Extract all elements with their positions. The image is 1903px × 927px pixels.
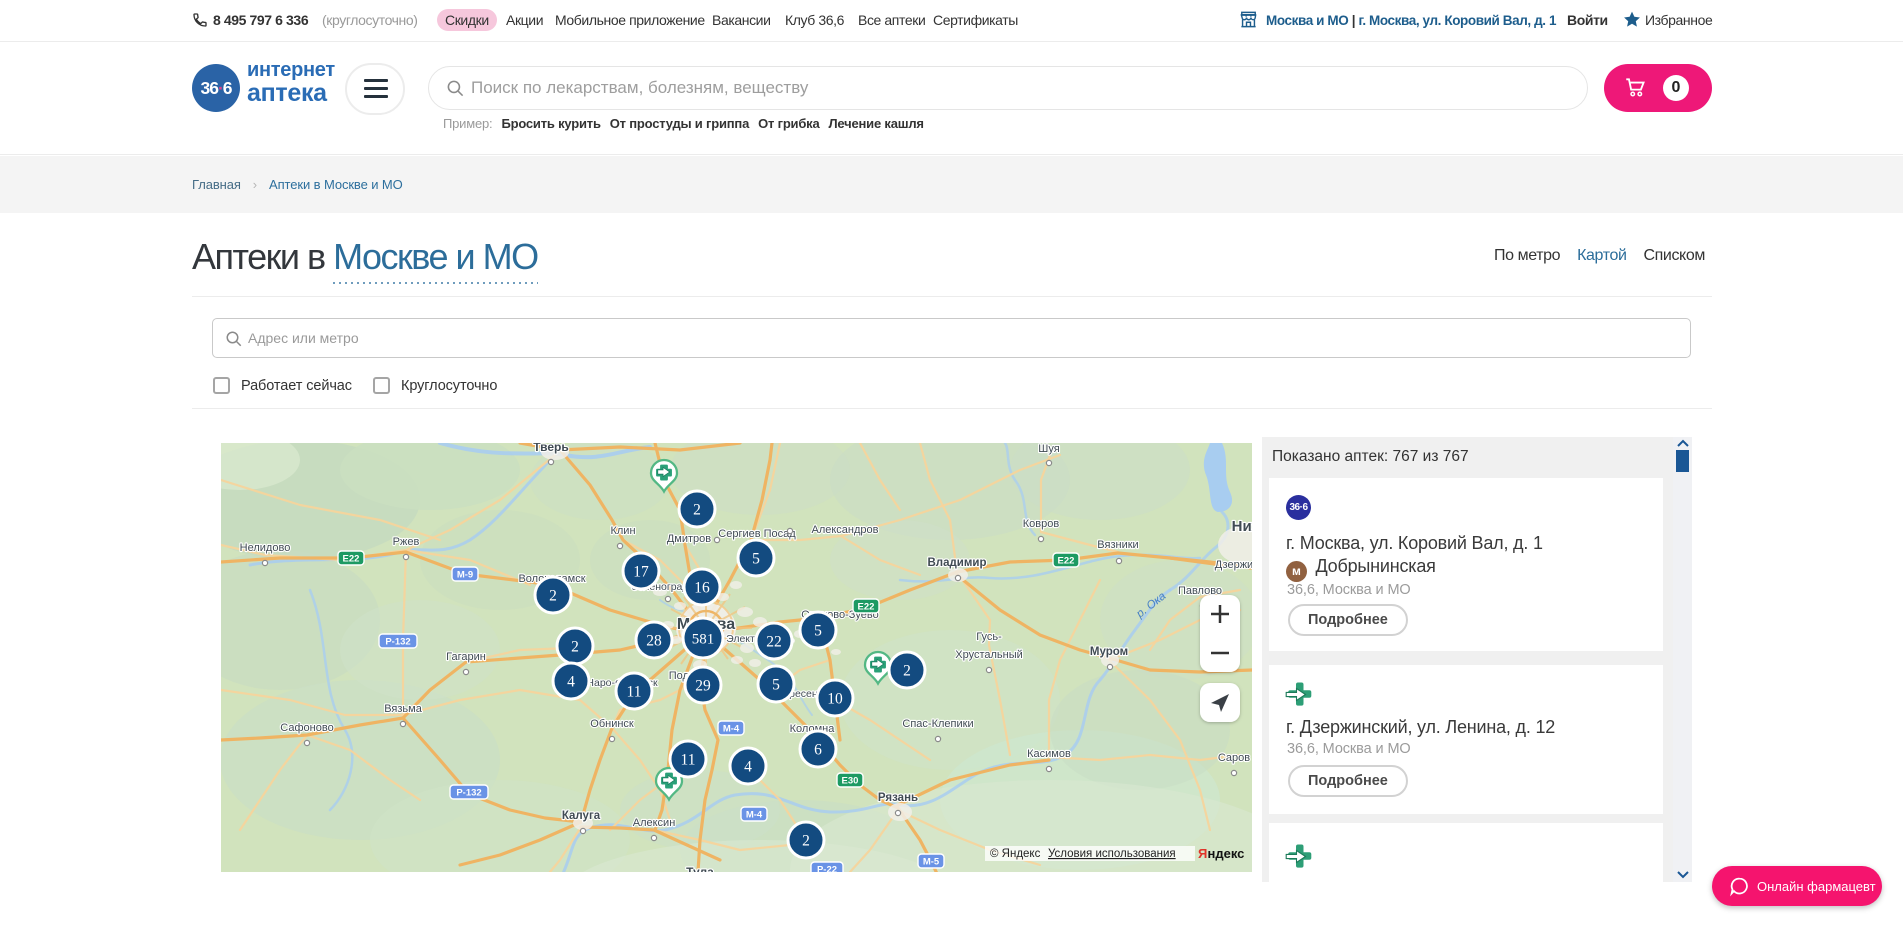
svg-text:29: 29 — [695, 677, 711, 694]
svg-text:E22: E22 — [343, 554, 360, 565]
svg-text:Муром: Муром — [1090, 646, 1128, 658]
svg-text:2: 2 — [571, 638, 579, 655]
svg-text:Дмитров: Дмитров — [667, 533, 711, 545]
svg-text:28: 28 — [646, 632, 662, 649]
svg-text:Калуга: Калуга — [562, 810, 601, 822]
svg-text:Клин: Клин — [610, 525, 635, 537]
svg-text:Александров: Александров — [812, 524, 879, 536]
svg-text:5: 5 — [752, 550, 760, 567]
svg-text:Рязань: Рязань — [878, 792, 918, 804]
svg-text:2: 2 — [549, 587, 557, 604]
svg-text:Шуя: Шуя — [1038, 443, 1059, 455]
svg-text:E30: E30 — [842, 776, 859, 787]
svg-text:5: 5 — [772, 676, 780, 693]
svg-text:E22: E22 — [1058, 556, 1075, 567]
svg-text:Р-132: Р-132 — [385, 637, 410, 648]
svg-text:Обнинск: Обнинск — [590, 718, 634, 730]
svg-text:2: 2 — [693, 501, 701, 518]
svg-text:© Яндекс: © Яндекс — [990, 848, 1041, 860]
svg-text:Условия использования: Условия использования — [1048, 848, 1176, 860]
svg-text:Вязники: Вязники — [1097, 539, 1138, 551]
svg-text:Ниж: Ниж — [1232, 518, 1252, 535]
svg-text:2: 2 — [903, 662, 911, 679]
svg-text:Алексин: Алексин — [633, 817, 676, 829]
svg-text:4: 4 — [567, 673, 575, 690]
svg-text:М-9: М-9 — [457, 570, 473, 581]
svg-text:581: 581 — [692, 631, 715, 647]
svg-text:Саров: Саров — [1218, 752, 1250, 764]
svg-text:5: 5 — [814, 622, 822, 639]
svg-text:Гусь-: Гусь- — [976, 631, 1002, 643]
svg-text:Вязьма: Вязьма — [384, 703, 423, 715]
svg-text:М-4: М-4 — [746, 810, 763, 821]
svg-text:6: 6 — [814, 741, 822, 758]
svg-text:11: 11 — [627, 683, 642, 700]
svg-text:Спас-Клепики: Спас-Клепики — [902, 718, 973, 730]
svg-text:Р-132: Р-132 — [456, 788, 481, 799]
svg-text:Р-22: Р-22 — [817, 865, 837, 873]
svg-text:ндекс: ндекс — [1208, 846, 1245, 861]
svg-text:Дзержин: Дзержин — [1215, 559, 1252, 571]
svg-text:Тула: Тула — [686, 865, 714, 872]
svg-text:Гагарин: Гагарин — [446, 651, 486, 663]
svg-text:17: 17 — [633, 563, 649, 580]
svg-text:Тверь: Тверь — [533, 443, 568, 454]
svg-text:11: 11 — [681, 751, 696, 768]
svg-text:4: 4 — [744, 758, 752, 775]
svg-text:Сергиев Посад: Сергиев Посад — [718, 528, 796, 540]
svg-text:Нелидово: Нелидово — [240, 542, 291, 554]
svg-text:E22: E22 — [858, 602, 875, 613]
svg-text:Сафоново: Сафоново — [280, 722, 333, 734]
svg-text:Владимир: Владимир — [928, 557, 987, 569]
svg-text:М-4: М-4 — [723, 724, 740, 735]
svg-text:Ковров: Ковров — [1023, 518, 1060, 530]
svg-text:Касимов: Касимов — [1027, 748, 1071, 760]
svg-text:16: 16 — [694, 579, 710, 596]
svg-text:22: 22 — [766, 633, 782, 650]
svg-text:2: 2 — [802, 832, 810, 849]
svg-text:М-5: М-5 — [923, 857, 940, 868]
svg-text:Я: Я — [1198, 846, 1207, 861]
svg-text:10: 10 — [827, 690, 843, 707]
svg-text:Хрустальный: Хрустальный — [955, 649, 1023, 661]
svg-text:Ржев: Ржев — [393, 536, 420, 548]
